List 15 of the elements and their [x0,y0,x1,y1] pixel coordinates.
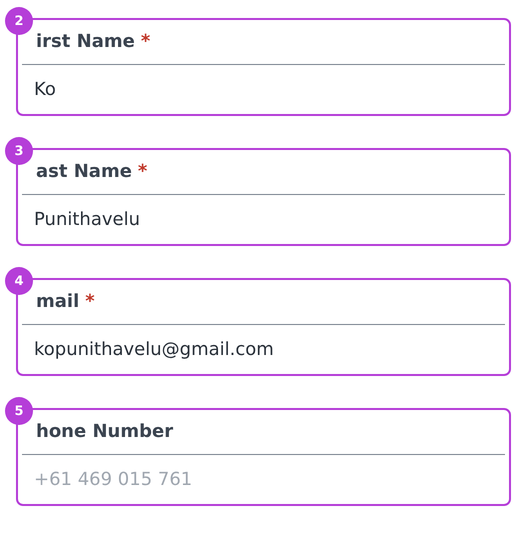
step-badge: 3 [5,137,33,165]
input-field[interactable]: Ko [22,64,505,114]
required-mark: * [140,31,150,52]
step-badge: 5 [5,397,33,425]
step-badge: 4 [5,267,33,295]
field-label: ast Name [36,161,132,182]
field-label: hone Number [36,421,174,442]
field-label: irst Name [36,31,135,52]
input-field[interactable]: +61 469 015 761 [22,454,505,504]
field-label: mail [36,291,80,312]
input-field[interactable]: Punithavelu [22,194,505,244]
step-badge: 2 [5,7,33,35]
input-field[interactable]: kopunithavelu@gmail.com [22,324,505,374]
required-mark: * [138,161,148,182]
required-mark: * [85,291,95,312]
